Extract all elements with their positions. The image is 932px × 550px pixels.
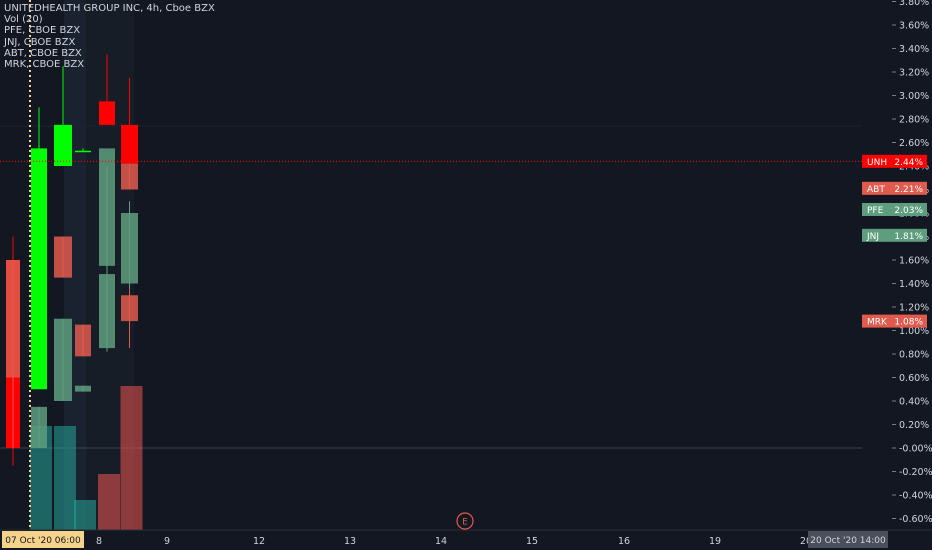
candle-body-abt <box>121 163 138 190</box>
cursor-end-text: 20 Oct '20 14:00 <box>810 536 886 546</box>
price-tag-abt: ABT 2.21% <box>862 181 927 195</box>
price-axis-label: 2.60% <box>899 138 929 149</box>
price-tag-pfe: PFE 2.03% <box>862 202 927 216</box>
price-axis-label: 1.20% <box>899 303 929 314</box>
candle-body-abt <box>75 324 91 357</box>
price-axis-label: 3.20% <box>899 68 929 79</box>
volume-bar <box>98 474 120 530</box>
candle-body-unh <box>54 124 72 166</box>
price-tag-value: 1.81% <box>894 232 923 242</box>
volume-bar <box>120 386 143 530</box>
price-axis-label: -0.00% <box>899 444 932 455</box>
price-axis-label: 1.40% <box>899 279 929 290</box>
time-axis-label: 12 <box>253 536 265 547</box>
price-axis-label: 0.40% <box>899 397 929 408</box>
price-axis-label: -0.40% <box>899 491 932 502</box>
cursor-start-text: 07 Oct '20 06:00 <box>5 536 81 546</box>
price-axis-label: 0.60% <box>899 373 929 384</box>
legend-pfe[interactable]: PFE, CBOE BZX <box>4 25 215 36</box>
price-tag-symbol: UNH <box>867 158 887 168</box>
price-axis-label: -0.60% <box>899 514 932 525</box>
price-tag-unh: UNH 2.44% <box>862 154 927 168</box>
candle-body-unh <box>99 101 115 125</box>
candle-body-pfe <box>121 213 138 284</box>
time-axis-label: 14 <box>435 536 447 547</box>
candle-body-jnj <box>31 406 47 448</box>
legend-main-symbol[interactable]: UNITEDHEALTH GROUP INC, 4h, Cboe BZX <box>4 3 215 14</box>
candle-body-pfe <box>99 148 115 266</box>
price-tag-value: 2.03% <box>894 206 923 216</box>
price-tag-value: 1.08% <box>894 318 923 328</box>
time-axis-label: 19 <box>709 536 721 547</box>
time-axis-label: 8 <box>96 536 102 547</box>
time-axis-label: 16 <box>618 536 630 547</box>
price-tag-symbol: PFE <box>867 206 884 216</box>
price-tag-symbol: MRK <box>867 318 888 328</box>
volume-bar <box>54 426 76 530</box>
time-axis-label: 15 <box>526 536 538 547</box>
candle-body-pfe <box>54 318 72 401</box>
volume-bar <box>74 500 96 530</box>
price-tag-value: 2.44% <box>894 158 923 168</box>
candle-body-abt <box>6 260 20 378</box>
time-axis-label: 9 <box>164 536 170 547</box>
candle-body-unh <box>31 148 47 390</box>
price-tag-mrk: MRK 1.08% <box>862 314 927 328</box>
candle-body-jnj <box>99 274 115 349</box>
price-tag-symbol: JNJ <box>866 232 879 242</box>
candle-body-jnj <box>75 385 91 392</box>
price-tag-value: 2.21% <box>894 185 923 195</box>
price-tag-jnj: JNJ 1.81% <box>862 228 927 242</box>
candle-body-mrk <box>121 295 138 322</box>
price-axis-label: 3.00% <box>899 91 929 102</box>
price-tag-symbol: ABT <box>867 185 885 195</box>
price-axis-label: 1.00% <box>899 326 929 337</box>
price-axis-label: 3.40% <box>899 44 929 55</box>
earnings-event-label: E <box>462 518 468 528</box>
legend-abt[interactable]: ABT, CBOE BZX <box>4 48 215 59</box>
price-chart[interactable]: 3.80%3.60%3.40%3.20%3.00%2.80%2.60%2.40%… <box>0 0 932 550</box>
price-axis-label: -0.20% <box>899 467 932 478</box>
price-axis-label: 1.60% <box>899 256 929 267</box>
price-axis-label: 3.80% <box>899 0 929 8</box>
legend-volume[interactable]: Vol (20) <box>4 14 215 25</box>
candle-body-unh <box>75 150 91 153</box>
time-axis[interactable] <box>0 530 932 550</box>
legend-jnj[interactable]: JNJ, CBOE BZX <box>4 37 215 48</box>
price-axis-label: 2.80% <box>899 115 929 126</box>
legend-mrk[interactable]: MRK, CBOE BZX <box>4 59 215 70</box>
price-axis-label: 3.60% <box>899 21 929 32</box>
candle-body-unh <box>121 124 138 164</box>
time-axis-label: 13 <box>344 536 356 547</box>
price-axis-label: 0.80% <box>899 350 929 361</box>
price-axis-label: 0.20% <box>899 420 929 431</box>
chart-legend: UNITEDHEALTH GROUP INC, 4h, Cboe BZX Vol… <box>4 3 215 70</box>
candle-body-abt <box>54 236 72 278</box>
